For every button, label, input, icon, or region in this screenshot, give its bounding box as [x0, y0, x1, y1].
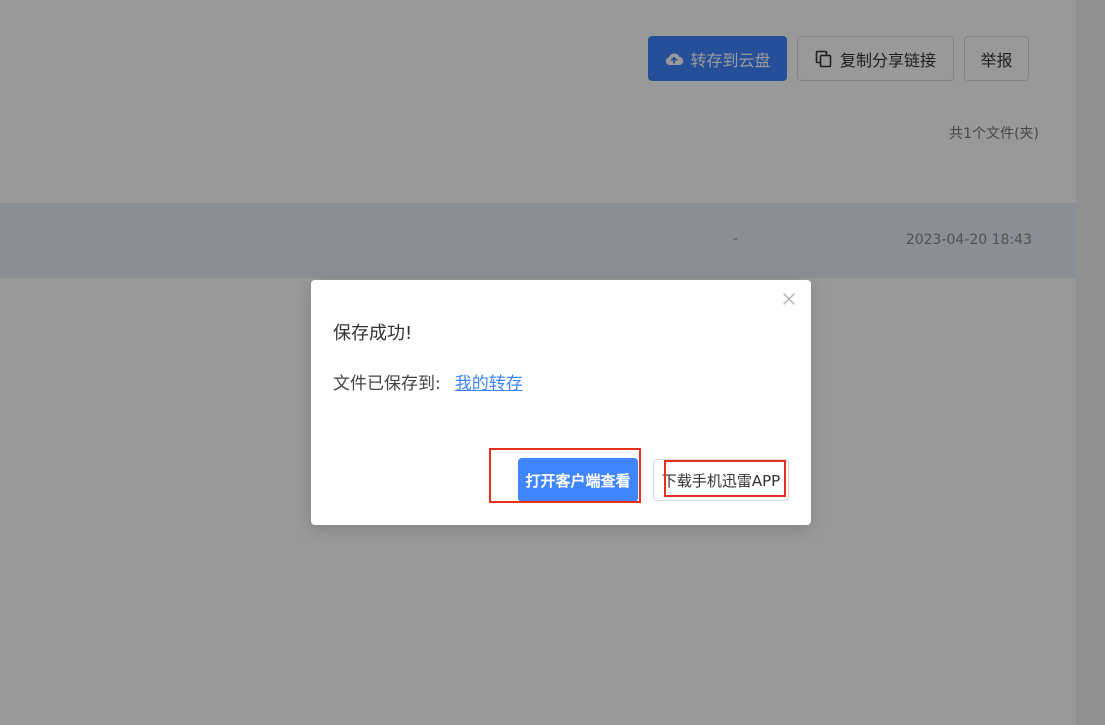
open-client-button[interactable]: 打开客户端查看	[518, 458, 638, 502]
open-client-label: 打开客户端查看	[525, 471, 631, 490]
share-page: 转存到云盘 复制分享链接 举报 共1个文件(夹) - 2023-04-20 18…	[0, 0, 1105, 725]
dialog-title: 保存成功!	[333, 323, 413, 344]
saved-to-label: 文件已保存到:	[333, 374, 441, 394]
my-saves-link[interactable]: 我的转存	[455, 374, 523, 394]
save-success-dialog: 保存成功! 文件已保存到: 我的转存 打开客户端查看 下载手机迅雷APP	[311, 280, 811, 525]
dialog-message: 文件已保存到: 我的转存	[333, 369, 523, 394]
download-app-label: 下载手机迅雷APP	[661, 471, 781, 490]
close-icon[interactable]	[781, 291, 797, 307]
download-app-button[interactable]: 下载手机迅雷APP	[653, 459, 789, 501]
